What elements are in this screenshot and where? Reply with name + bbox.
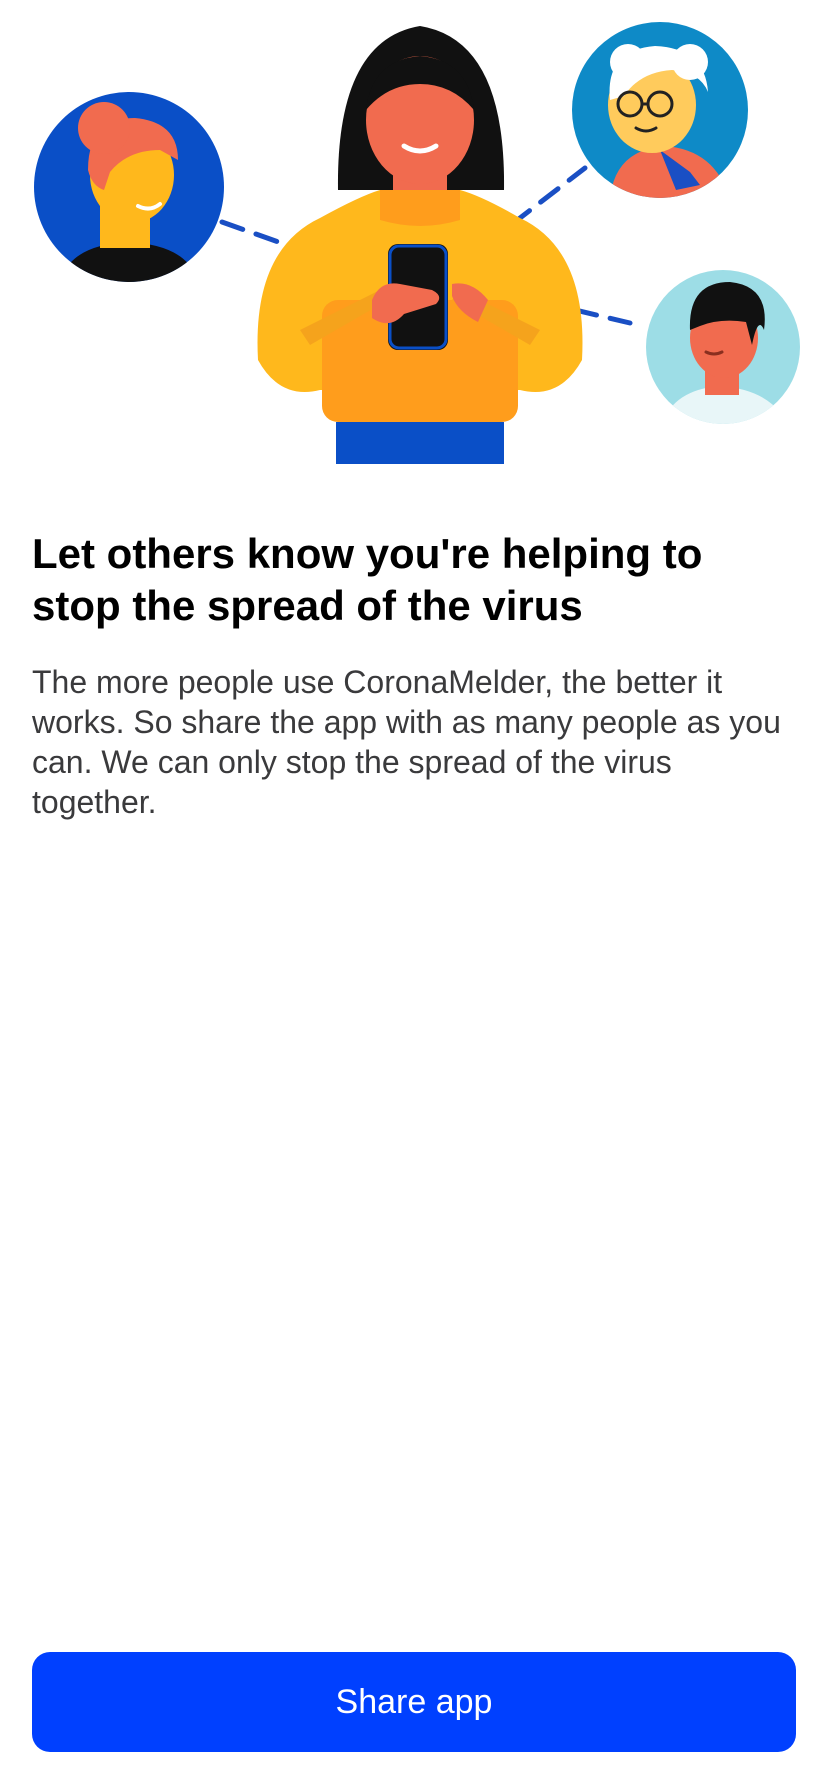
page-title: Let others know you're helping to stop t… (32, 530, 703, 629)
main-content: Let others know you're helping to stop t… (32, 528, 796, 822)
person-avatar-icon (34, 92, 224, 282)
share-app-screen: Let others know you're helping to stop t… (0, 0, 828, 1792)
man-avatar-icon (646, 270, 800, 424)
description-text: The more people use CoronaMelder, the be… (32, 664, 781, 820)
woman-with-phone-icon (257, 26, 583, 464)
grandmother-avatar-icon (572, 22, 748, 198)
share-app-button[interactable]: Share app (32, 1652, 796, 1752)
share-illustration (0, 0, 828, 470)
